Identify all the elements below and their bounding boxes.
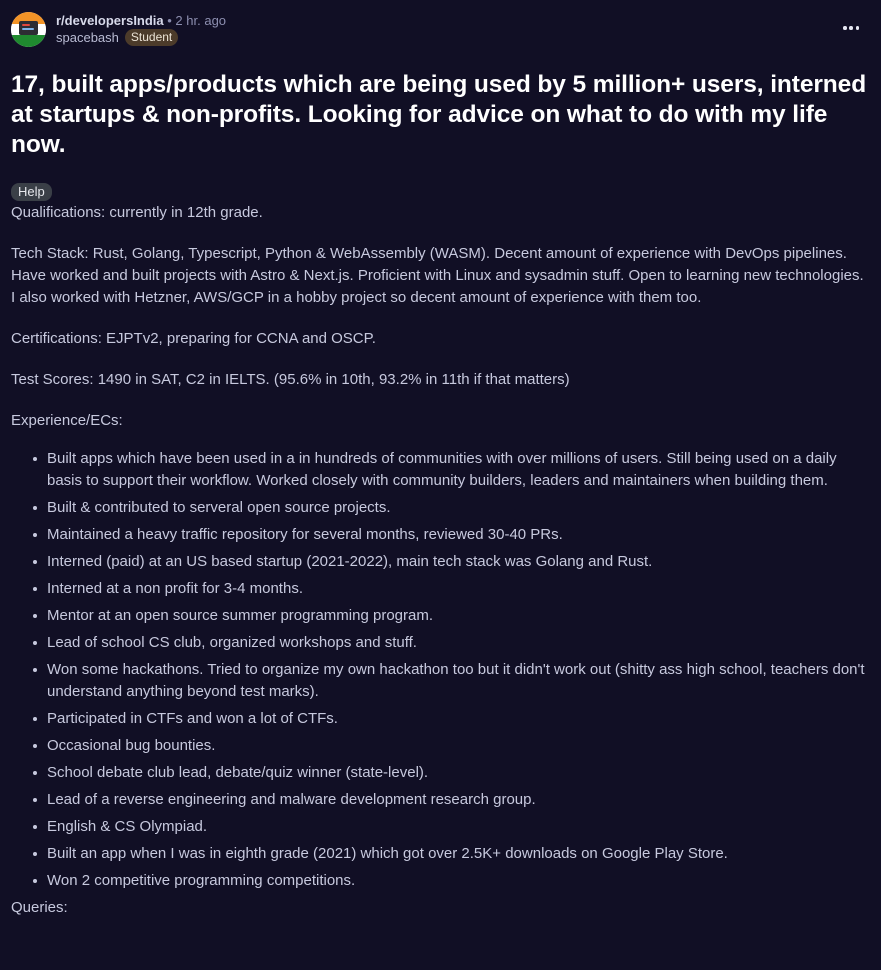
list-item: Maintained a heavy traffic repository fo… xyxy=(33,524,870,546)
post-header: r/developersIndia • 2 hr. ago spacebash … xyxy=(11,12,870,50)
avatar-code-icon xyxy=(19,21,38,35)
post-time: • 2 hr. ago xyxy=(163,13,227,28)
list-item: English & CS Olympiad. xyxy=(33,816,870,838)
experience-list: Built apps which have been used in a in … xyxy=(11,448,870,892)
subreddit-link[interactable]: r/developersIndia xyxy=(56,13,164,28)
qualifications-text: Qualifications: currently in 12th grade. xyxy=(11,204,263,221)
list-item: Mentor at an open source summer programm… xyxy=(33,605,870,627)
list-item: Interned at a non profit for 3-4 months. xyxy=(33,578,870,600)
avatar-green-band xyxy=(11,35,46,47)
list-item: Built an app when I was in eighth grade … xyxy=(33,843,870,865)
list-item: Won some hackathons. Tried to organize m… xyxy=(33,659,870,703)
list-item: School debate club lead, debate/quiz win… xyxy=(33,762,870,784)
list-item: Won 2 competitive programming competitio… xyxy=(33,870,870,892)
list-item: Lead of a reverse engineering and malwar… xyxy=(33,789,870,811)
tech-stack-text: Tech Stack: Rust, Golang, Typescript, Py… xyxy=(11,245,864,306)
list-item: Interned (paid) at an US based startup (… xyxy=(33,551,870,573)
experience-heading: Experience/ECs: xyxy=(11,412,123,429)
post-meta: r/developersIndia • 2 hr. ago spacebash … xyxy=(56,12,226,46)
meta-bottom-line: spacebash Student xyxy=(56,29,226,46)
certifications-text: Certifications: EJPTv2, preparing for CC… xyxy=(11,330,376,347)
queries-heading: Queries: xyxy=(11,899,68,916)
post-title: 17, built apps/products which are being … xyxy=(11,71,867,158)
post-body: Qualifications: currently in 12th grade.… xyxy=(11,202,870,919)
list-item: Occasional bug bounties. xyxy=(33,735,870,757)
user-flair: Student xyxy=(124,29,179,46)
subreddit-avatar[interactable] xyxy=(11,12,46,47)
meta-top-line: r/developersIndia • 2 hr. ago xyxy=(56,12,226,29)
post-flair[interactable]: Help xyxy=(11,183,52,201)
more-options-icon[interactable] xyxy=(843,20,859,36)
list-item: Built & contributed to serveral open sou… xyxy=(33,497,870,519)
author-link[interactable]: spacebash xyxy=(56,29,119,46)
list-item: Lead of school CS club, organized worksh… xyxy=(33,632,870,654)
list-item: Participated in CTFs and won a lot of CT… xyxy=(33,708,870,730)
test-scores-text: Test Scores: 1490 in SAT, C2 in IELTS. (… xyxy=(11,371,570,388)
list-item: Built apps which have been used in a in … xyxy=(33,448,870,492)
post-container: r/developersIndia • 2 hr. ago spacebash … xyxy=(0,0,881,970)
